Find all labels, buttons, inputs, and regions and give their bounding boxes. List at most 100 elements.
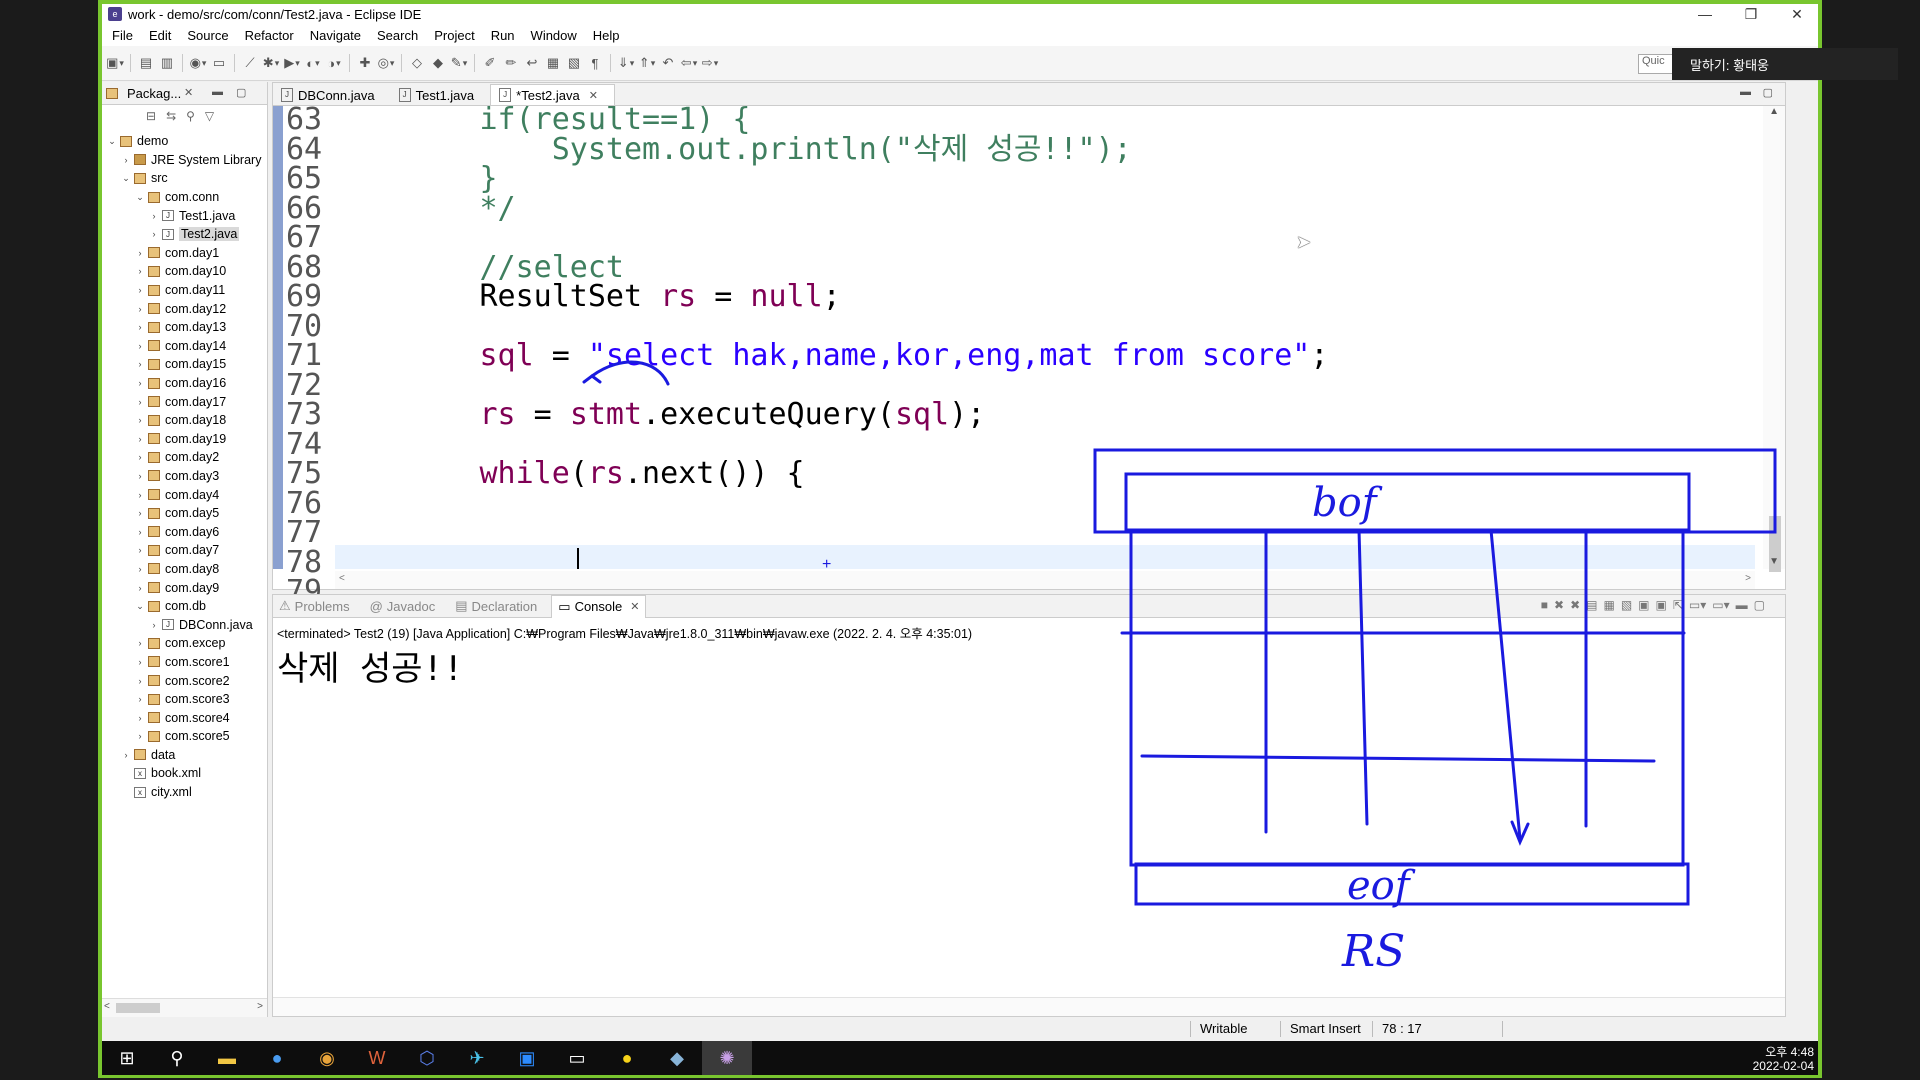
tree-item[interactable]: › J Test1.java (102, 206, 267, 225)
word-wrap-icon[interactable]: ▧ (1621, 598, 1632, 612)
remove-launch-icon[interactable]: ✖ (1554, 598, 1564, 612)
chevron-right-icon[interactable]: › (148, 620, 160, 630)
open-type-icon[interactable]: ◇ (408, 54, 426, 72)
chevron-right-icon[interactable]: › (134, 583, 146, 593)
save-icon[interactable]: ▤ (137, 54, 155, 72)
start-icon[interactable]: ⊞ (102, 1041, 152, 1075)
tree-item[interactable]: › com.score3 (102, 690, 267, 709)
collapse-all-icon[interactable]: ⊟ (146, 109, 156, 123)
tree-item[interactable]: › com.day16 (102, 374, 267, 393)
menu-edit[interactable]: Edit (141, 28, 179, 43)
show-whitespace-icon[interactable]: ▧ (565, 54, 583, 72)
title-bar[interactable]: e work - demo/src/com/conn/Test2.java - … (102, 4, 1818, 24)
tree-item[interactable]: › com.day14 (102, 337, 267, 356)
terminate-icon[interactable]: ■ (1541, 598, 1548, 612)
tree-item[interactable]: › com.score2 (102, 671, 267, 690)
chevron-right-icon[interactable]: › (134, 731, 146, 741)
close-icon[interactable]: ✕ (1786, 6, 1808, 23)
chevron-right-icon[interactable]: › (134, 471, 146, 481)
annotation-icon[interactable]: ✐ (481, 54, 499, 72)
tree-item[interactable]: › com.score1 (102, 653, 267, 672)
tree-item[interactable]: › com.day11 (102, 281, 267, 300)
chevron-right-icon[interactable]: › (134, 638, 146, 648)
console-output[interactable]: 삭제 성공!! (277, 641, 464, 690)
tree-item[interactable]: › com.score5 (102, 727, 267, 746)
terminal-icon[interactable]: ▭ (210, 54, 228, 72)
tree-item[interactable]: › com.day19 (102, 430, 267, 449)
chevron-right-icon[interactable]: › (134, 341, 146, 351)
tree-item[interactable]: › com.day2 (102, 448, 267, 467)
horizontal-scrollbar[interactable]: < > (102, 998, 267, 1017)
external-tools-icon[interactable]: ◑ (325, 54, 343, 72)
back-icon[interactable]: ⇦ (680, 54, 698, 72)
app-icon[interactable]: ◆ (652, 1041, 702, 1075)
tree-item[interactable]: › com.day4 (102, 485, 267, 504)
display-console-icon[interactable]: ▭▾ (1689, 598, 1706, 612)
open-task-icon[interactable]: ◆ (429, 54, 447, 72)
tab-declaration[interactable]: ▤ Declaration (449, 595, 543, 617)
chevron-right-icon[interactable]: › (134, 248, 146, 258)
chevron-right-icon[interactable]: › (134, 397, 146, 407)
chevron-right-icon[interactable]: › (134, 694, 146, 704)
forward-icon[interactable]: ⇨ (701, 54, 719, 72)
chevron-down-icon[interactable]: ⌄ (134, 601, 146, 612)
tree-item[interactable]: › com.day17 (102, 392, 267, 411)
skip-breakpoints-icon[interactable]: ⟋ (241, 54, 259, 72)
chevron-right-icon[interactable]: › (134, 676, 146, 686)
scroll-right-icon[interactable]: > (257, 1001, 263, 1012)
restore-icon[interactable]: ❐ (1740, 6, 1762, 23)
chevron-right-icon[interactable]: › (134, 508, 146, 518)
menu-navigate[interactable]: Navigate (302, 28, 369, 43)
tree-item[interactable]: › com.excep (102, 634, 267, 653)
code-area[interactable]: if(result==1) { System.out.println("삭제 성… (335, 106, 1755, 569)
scroll-left-icon[interactable]: < (104, 1001, 110, 1012)
vertical-scrollbar[interactable]: ▲ ▼ (1763, 106, 1785, 572)
scroll-right-icon[interactable]: > (1745, 573, 1751, 584)
next-annotation-icon[interactable]: ⇓ (617, 54, 635, 72)
app-icon[interactable]: ⬡ (402, 1041, 452, 1075)
app-icon[interactable]: W (352, 1041, 402, 1075)
chevron-right-icon[interactable]: › (134, 564, 146, 574)
tree-item[interactable]: ⌄ com.conn (102, 188, 267, 207)
minimize-icon[interactable]: — (1694, 6, 1716, 22)
menu-refactor[interactable]: Refactor (237, 28, 302, 43)
tree-item[interactable]: › com.day5 (102, 504, 267, 523)
app-icon[interactable]: ● (252, 1041, 302, 1075)
tab-problems[interactable]: ⚠ Problems (273, 595, 356, 617)
pin-console-icon[interactable]: ⇱ (1673, 598, 1683, 612)
tree-item[interactable]: › com.day9 (102, 578, 267, 597)
chevron-right-icon[interactable]: › (134, 452, 146, 462)
new-java-project-icon[interactable]: ✚ (356, 54, 374, 72)
quick-access-input[interactable]: Quic (1638, 54, 1673, 74)
coverage-icon[interactable]: ◐ (304, 54, 322, 72)
tree-item[interactable]: › com.day15 (102, 355, 267, 374)
chevron-right-icon[interactable]: › (134, 713, 146, 723)
menu-window[interactable]: Window (523, 28, 585, 43)
chevron-right-icon[interactable]: › (134, 322, 146, 332)
tree-item[interactable]: › com.day8 (102, 560, 267, 579)
minimize-icon[interactable]: ▬ (1740, 86, 1751, 98)
chevron-down-icon[interactable]: ⌄ (134, 192, 146, 203)
tree-item[interactable]: x city.xml (102, 783, 267, 802)
last-edit-icon[interactable]: ↶ (659, 54, 677, 72)
tree-item[interactable]: › J Test2.java (102, 225, 267, 244)
menu-file[interactable]: File (104, 28, 141, 43)
build-icon[interactable]: ◉ (189, 54, 207, 72)
file-explorer-icon[interactable]: ▬ (202, 1041, 252, 1075)
chevron-right-icon[interactable]: › (120, 155, 132, 165)
new-icon[interactable]: ▣ (106, 54, 124, 72)
zoom-icon[interactable]: ▣ (502, 1041, 552, 1075)
tree-item[interactable]: › com.day12 (102, 299, 267, 318)
tab-test2[interactable]: J *Test2.java ✕ (490, 84, 615, 105)
chevron-right-icon[interactable]: › (134, 415, 146, 425)
remove-all-icon[interactable]: ✖ (1570, 598, 1580, 612)
chevron-right-icon[interactable]: › (148, 229, 160, 239)
chevron-right-icon[interactable]: › (120, 750, 132, 760)
search-icon[interactable]: ⚲ (152, 1041, 202, 1075)
previous-annotation-icon[interactable]: ⇑ (638, 54, 656, 72)
filter-icon[interactable]: ⚲ (186, 109, 195, 123)
tree-item[interactable]: x book.xml (102, 764, 267, 783)
horizontal-scrollbar[interactable] (273, 997, 1785, 1016)
chevron-right-icon[interactable]: › (134, 304, 146, 314)
open-console-icon[interactable]: ▭▾ (1712, 598, 1729, 612)
